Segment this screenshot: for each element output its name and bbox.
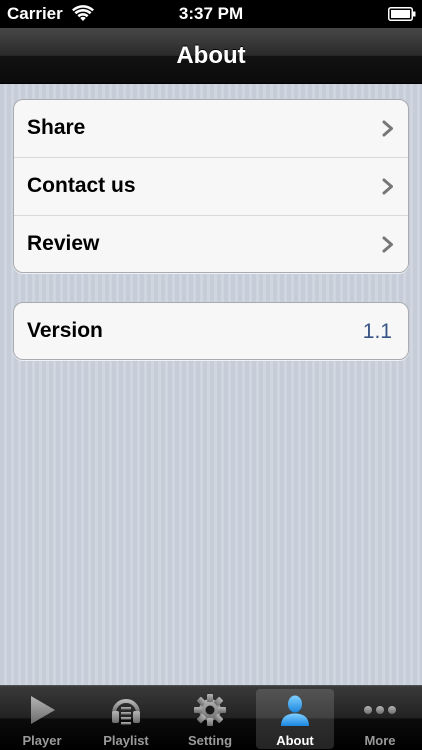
chevron-right-icon bbox=[382, 178, 393, 195]
tab-player[interactable]: Player bbox=[0, 686, 84, 750]
contact-us-row[interactable]: Contact us bbox=[14, 158, 408, 216]
more-icon bbox=[364, 706, 396, 714]
chevron-right-icon bbox=[382, 120, 393, 137]
row-label: Version bbox=[27, 319, 103, 342]
table-view[interactable]: Share Contact us Review Version 1.1 bbox=[0, 84, 422, 685]
tab-setting[interactable]: Setting bbox=[168, 686, 252, 750]
clock: 3:37 PM bbox=[178, 4, 244, 23]
version-group: Version 1.1 bbox=[13, 302, 409, 360]
page-title: About bbox=[176, 42, 246, 69]
tab-bar: Player Playlist Setting About More bbox=[0, 685, 422, 750]
tab-label: Player bbox=[22, 733, 62, 748]
battery-icon bbox=[388, 7, 416, 21]
row-label: Share bbox=[27, 116, 86, 139]
navigation-bar: About bbox=[0, 28, 422, 84]
chevron-right-icon bbox=[382, 236, 393, 253]
version-value: 1.1 bbox=[362, 320, 392, 343]
tab-label: Playlist bbox=[103, 733, 149, 748]
version-row: Version 1.1 bbox=[14, 303, 408, 359]
share-row[interactable]: Share bbox=[14, 100, 408, 158]
tab-label: Setting bbox=[187, 733, 233, 748]
tab-about[interactable]: About bbox=[253, 686, 337, 750]
tab-playlist[interactable]: Playlist bbox=[84, 686, 168, 750]
play-icon bbox=[31, 696, 55, 724]
tab-label: More bbox=[364, 733, 396, 748]
tab-label: About bbox=[276, 733, 314, 748]
tab-more[interactable]: More bbox=[338, 686, 422, 750]
status-bar: Carrier 3:37 PM bbox=[0, 0, 422, 28]
review-row[interactable]: Review bbox=[14, 216, 408, 272]
gear-icon bbox=[194, 694, 226, 726]
playlist-icon bbox=[112, 699, 140, 725]
actions-group: Share Contact us Review bbox=[13, 99, 409, 273]
person-icon bbox=[281, 695, 309, 726]
row-label: Contact us bbox=[27, 174, 136, 197]
row-label: Review bbox=[27, 232, 100, 255]
